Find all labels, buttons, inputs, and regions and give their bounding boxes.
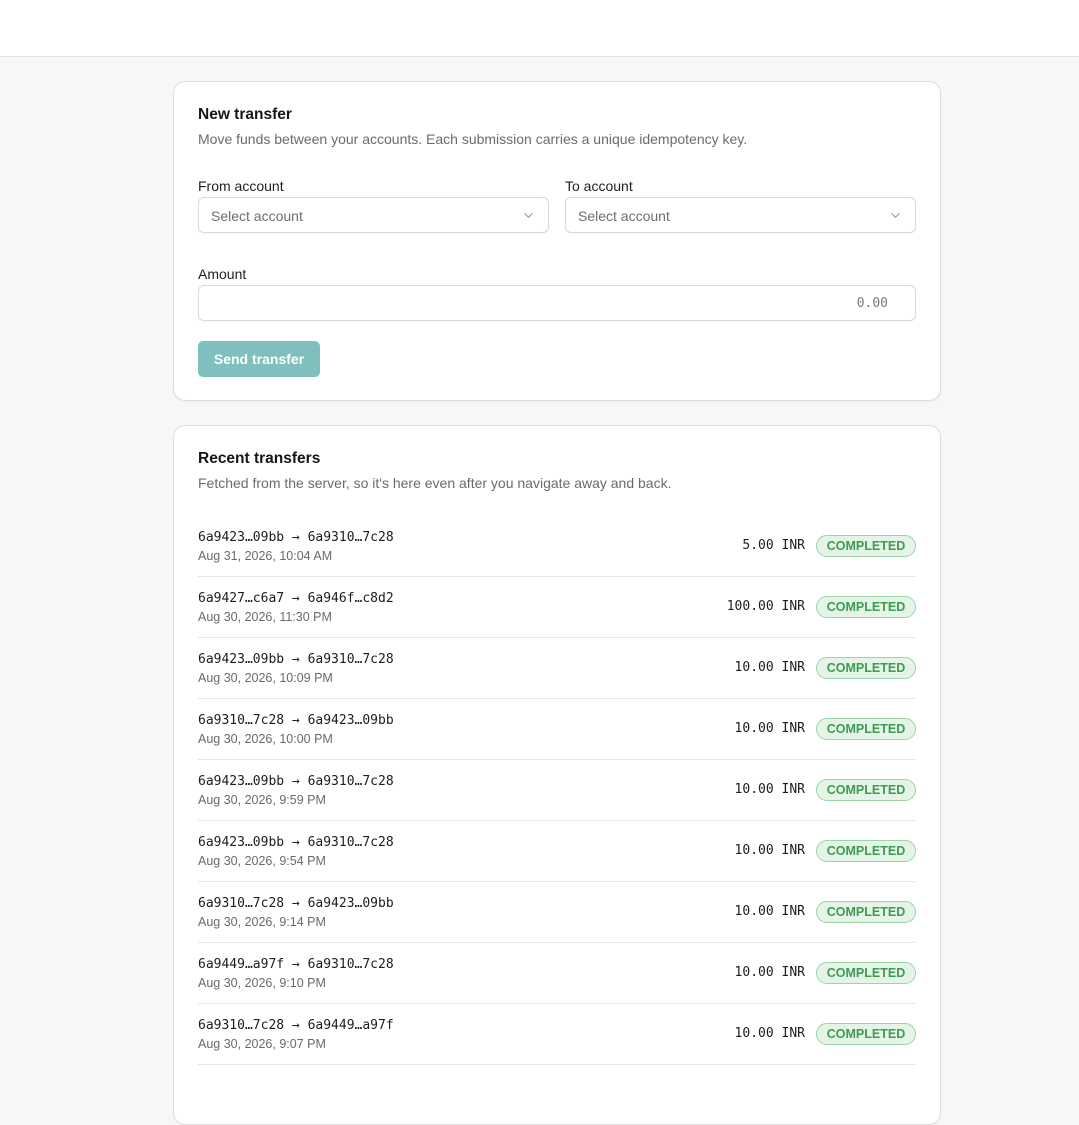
list-item[interactable]: 6a9310…7c28 → 6a9449…a97f Aug 30, 2026, … bbox=[198, 1004, 916, 1065]
transfer-timestamp: Aug 30, 2026, 9:59 PM bbox=[198, 793, 326, 807]
transfer-timestamp: Aug 30, 2026, 9:07 PM bbox=[198, 1037, 326, 1051]
from-account-label: From account bbox=[198, 178, 284, 194]
amount-label: Amount bbox=[198, 266, 247, 282]
transfer-amount: 5.00 INR bbox=[742, 538, 805, 553]
list-item[interactable]: 6a9423…09bb → 6a9310…7c28 Aug 30, 2026, … bbox=[198, 638, 916, 699]
status-badge: COMPLETED bbox=[816, 1023, 916, 1045]
transfer-timestamp: Aug 30, 2026, 9:54 PM bbox=[198, 854, 326, 868]
transfer-route: 6a9423…09bb → 6a9310…7c28 bbox=[198, 774, 394, 789]
to-account-placeholder: Select account bbox=[578, 208, 670, 224]
recent-transfers-title: Recent transfers bbox=[198, 450, 321, 467]
amount-field-wrapper bbox=[198, 285, 916, 321]
transfer-route: 6a9423…09bb → 6a9310…7c28 bbox=[198, 652, 394, 667]
transfer-timestamp: Aug 30, 2026, 10:09 PM bbox=[198, 671, 333, 685]
from-account-placeholder: Select account bbox=[211, 208, 303, 224]
transfer-amount: 10.00 INR bbox=[734, 660, 805, 675]
status-badge: COMPLETED bbox=[816, 840, 916, 862]
status-badge: COMPLETED bbox=[816, 962, 916, 984]
transfer-amount: 100.00 INR bbox=[726, 599, 805, 614]
transfer-amount: 10.00 INR bbox=[734, 904, 805, 919]
transfer-list: 6a9423…09bb → 6a9310…7c28 Aug 31, 2026, … bbox=[198, 516, 916, 1065]
status-badge: COMPLETED bbox=[816, 657, 916, 679]
transfer-route: 6a9310…7c28 → 6a9423…09bb bbox=[198, 713, 394, 728]
transfer-route: 6a9310…7c28 → 6a9449…a97f bbox=[198, 1018, 394, 1033]
transfer-timestamp: Aug 31, 2026, 10:04 AM bbox=[198, 549, 333, 563]
list-item[interactable]: 6a9427…c6a7 → 6a946f…c8d2 Aug 30, 2026, … bbox=[198, 577, 916, 638]
list-item[interactable]: 6a9310…7c28 → 6a9423…09bb Aug 30, 2026, … bbox=[198, 882, 916, 943]
transfer-amount: 10.00 INR bbox=[734, 721, 805, 736]
transfer-route: 6a9423…09bb → 6a9310…7c28 bbox=[198, 530, 394, 545]
status-badge: COMPLETED bbox=[816, 718, 916, 740]
recent-transfers-card: Recent transfers Fetched from the server… bbox=[173, 425, 941, 1125]
chevron-down-icon bbox=[524, 213, 533, 218]
transfer-amount: 10.00 INR bbox=[734, 843, 805, 858]
list-item[interactable]: 6a9423…09bb → 6a9310…7c28 Aug 30, 2026, … bbox=[198, 760, 916, 821]
new-transfer-subtitle: Move funds between your accounts. Each s… bbox=[198, 131, 748, 147]
list-item[interactable]: 6a9310…7c28 → 6a9423…09bb Aug 30, 2026, … bbox=[198, 699, 916, 760]
to-account-select[interactable]: Select account bbox=[565, 197, 916, 233]
recent-transfers-subtitle: Fetched from the server, so it's here ev… bbox=[198, 475, 672, 491]
status-badge: COMPLETED bbox=[816, 535, 916, 557]
new-transfer-card: New transfer Move funds between your acc… bbox=[173, 81, 941, 401]
status-badge: COMPLETED bbox=[816, 779, 916, 801]
transfer-amount: 10.00 INR bbox=[734, 782, 805, 797]
transfer-amount: 10.00 INR bbox=[734, 1026, 805, 1041]
transfer-timestamp: Aug 30, 2026, 11:30 PM bbox=[198, 610, 332, 624]
to-account-label: To account bbox=[565, 178, 633, 194]
new-transfer-title: New transfer bbox=[198, 106, 292, 123]
transfer-route: 6a9423…09bb → 6a9310…7c28 bbox=[198, 835, 394, 850]
transfer-timestamp: Aug 30, 2026, 10:00 PM bbox=[198, 732, 333, 746]
transfer-route: 6a9427…c6a7 → 6a946f…c8d2 bbox=[198, 591, 394, 606]
transfer-timestamp: Aug 30, 2026, 9:14 PM bbox=[198, 915, 326, 929]
list-item[interactable]: 6a9449…a97f → 6a9310…7c28 Aug 30, 2026, … bbox=[198, 943, 916, 1004]
transfer-route: 6a9449…a97f → 6a9310…7c28 bbox=[198, 957, 394, 972]
send-transfer-button[interactable]: Send transfer bbox=[198, 341, 320, 377]
transfer-route: 6a9310…7c28 → 6a9423…09bb bbox=[198, 896, 394, 911]
list-item[interactable]: 6a9423…09bb → 6a9310…7c28 Aug 31, 2026, … bbox=[198, 516, 916, 577]
transfer-timestamp: Aug 30, 2026, 9:10 PM bbox=[198, 976, 326, 990]
status-badge: COMPLETED bbox=[816, 901, 916, 923]
amount-input[interactable] bbox=[199, 286, 915, 320]
transfer-amount: 10.00 INR bbox=[734, 965, 805, 980]
chevron-down-icon bbox=[891, 213, 900, 218]
top-bar bbox=[0, 0, 1079, 57]
list-item[interactable]: 6a9423…09bb → 6a9310…7c28 Aug 30, 2026, … bbox=[198, 821, 916, 882]
from-account-select[interactable]: Select account bbox=[198, 197, 549, 233]
status-badge: COMPLETED bbox=[816, 596, 916, 618]
